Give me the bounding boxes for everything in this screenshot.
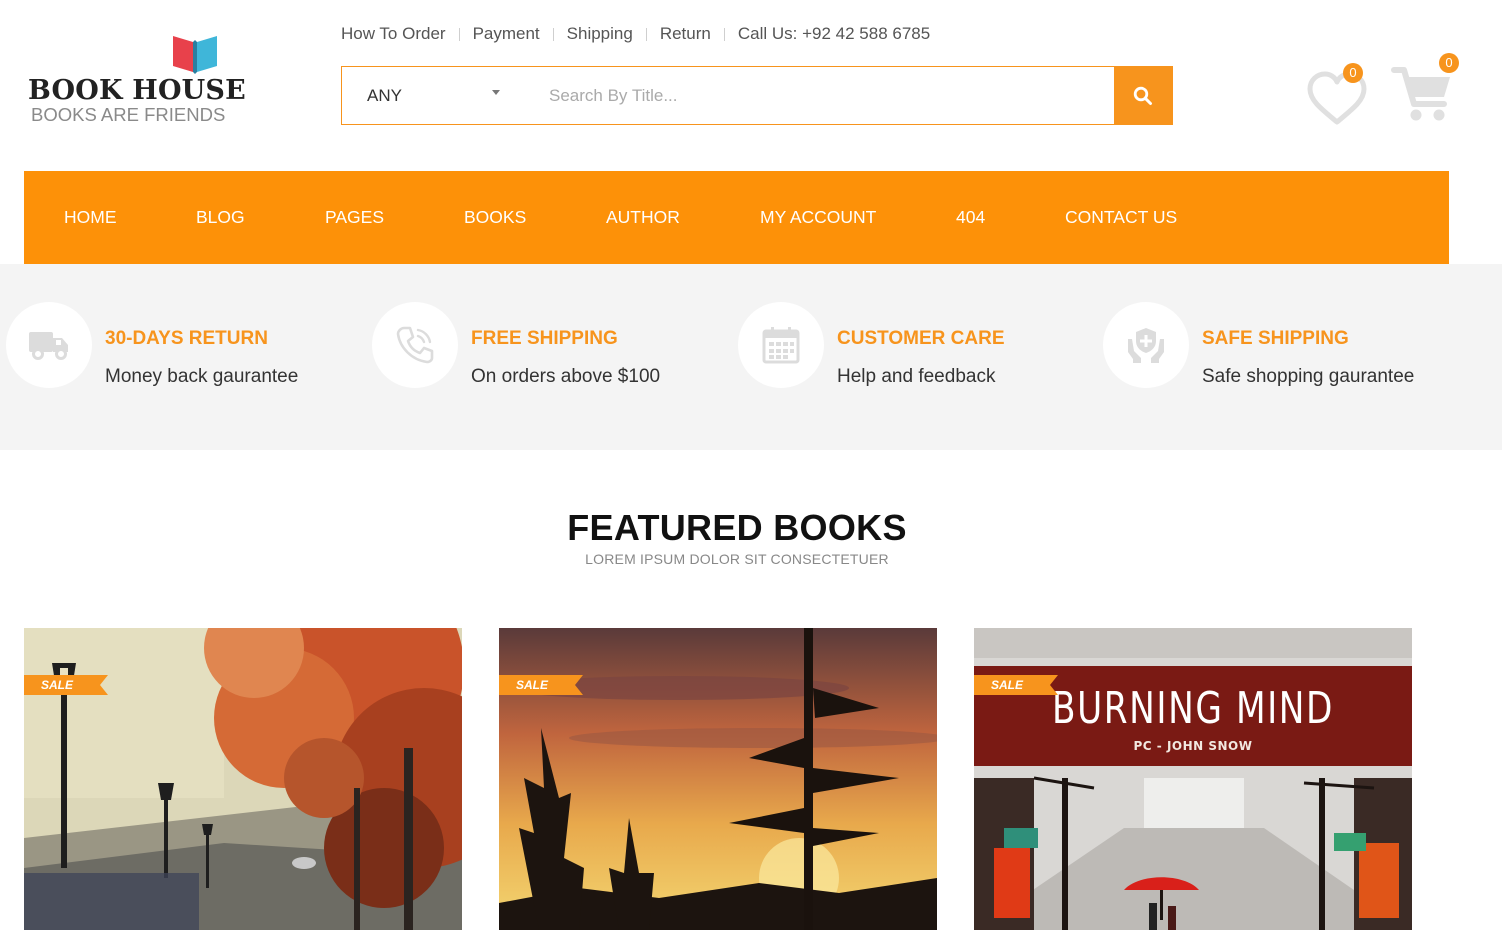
truck-icon — [29, 332, 68, 360]
search-bar: ANY — [341, 66, 1173, 125]
nav-blog[interactable]: BLOG — [196, 171, 245, 264]
nav-author[interactable]: AUTHOR — [606, 171, 680, 264]
feature-icon-circle — [6, 302, 92, 388]
top-link-shipping[interactable]: Shipping — [567, 24, 633, 44]
site-logo[interactable]: BOOK HOUSE BOOKS ARE FRIENDS — [28, 30, 246, 125]
logo-title: BOOK HOUSE — [28, 75, 246, 106]
book-card[interactable]: BURNING MIND PC - JOHN SNOW SALE — [974, 628, 1412, 930]
wishlist-button[interactable]: 0 — [1306, 63, 1368, 126]
feature-title: SAFE SHIPPING — [1202, 328, 1349, 349]
main-nav: HOME BLOG PAGES BOOKS AUTHOR MY ACCOUNT … — [24, 171, 1449, 264]
search-button[interactable] — [1114, 67, 1172, 124]
top-links-bar: How To Order Payment Shipping Return Cal… — [341, 24, 930, 44]
feature-title: CUSTOMER CARE — [837, 328, 1005, 349]
feature-icon-circle — [372, 302, 458, 388]
feature-text: Safe shopping gaurantee — [1202, 366, 1415, 387]
top-link-return[interactable]: Return — [660, 24, 711, 44]
divider — [458, 27, 460, 41]
sale-badge: SALE — [974, 675, 1058, 695]
phone-icon — [396, 326, 434, 364]
nav-my-account[interactable]: MY ACCOUNT — [760, 171, 876, 264]
search-input[interactable] — [524, 67, 1114, 124]
nav-pages[interactable]: PAGES — [325, 171, 384, 264]
nav-books[interactable]: BOOKS — [464, 171, 526, 264]
cart-count-badge: 0 — [1439, 53, 1459, 73]
feature-icon-circle — [738, 302, 824, 388]
nav-contact-us[interactable]: CONTACT US — [1065, 171, 1177, 264]
nav-404[interactable]: 404 — [956, 171, 985, 264]
open-book-icon — [173, 36, 217, 74]
top-link-call-us[interactable]: Call Us: +92 42 588 6785 — [738, 24, 930, 44]
section-subtitle: LOREM IPSUM DOLOR SIT CONSECTETUER — [585, 551, 889, 567]
book-cover-image — [24, 628, 462, 930]
top-link-how-to-order[interactable]: How To Order — [341, 24, 446, 44]
search-category-select[interactable]: ANY — [342, 67, 524, 124]
feature-title: FREE SHIPPING — [471, 328, 618, 349]
section-title: FEATURED BOOKS — [567, 507, 907, 548]
wishlist-count-badge: 0 — [1343, 63, 1363, 83]
top-link-payment[interactable]: Payment — [473, 24, 540, 44]
feature-text: Help and feedback — [837, 366, 996, 387]
feature-icon-circle — [1103, 302, 1189, 388]
divider — [552, 27, 554, 41]
sale-badge: SALE — [499, 675, 583, 695]
nav-home[interactable]: HOME — [64, 171, 117, 264]
feature-title: 30-DAYS RETURN — [105, 328, 268, 349]
book-card[interactable]: SALE — [499, 628, 937, 930]
book-cover-image — [974, 628, 1412, 930]
chevron-down-icon — [492, 90, 500, 95]
book-cover-image — [499, 628, 937, 930]
book-cover-title: BURNING MIND — [1051, 683, 1335, 734]
sale-badge: SALE — [24, 675, 108, 695]
shield-hands-icon — [1128, 328, 1164, 363]
feature-text: Money back gaurantee — [105, 366, 299, 387]
calendar-icon — [762, 327, 800, 364]
features-strip: 30-DAYS RETURN Money back gaurantee FREE… — [0, 264, 1502, 450]
divider — [645, 27, 647, 41]
book-cover-author: PC - JOHN SNOW — [1133, 739, 1253, 753]
feature-text: On orders above $100 — [471, 366, 661, 387]
search-category-value: ANY — [367, 85, 402, 105]
book-card[interactable]: SALE — [24, 628, 462, 930]
logo-subtitle: BOOKS ARE FRIENDS — [31, 104, 226, 125]
cart-button[interactable]: 0 — [1390, 53, 1462, 126]
search-icon — [1133, 86, 1152, 105]
divider — [723, 27, 725, 41]
